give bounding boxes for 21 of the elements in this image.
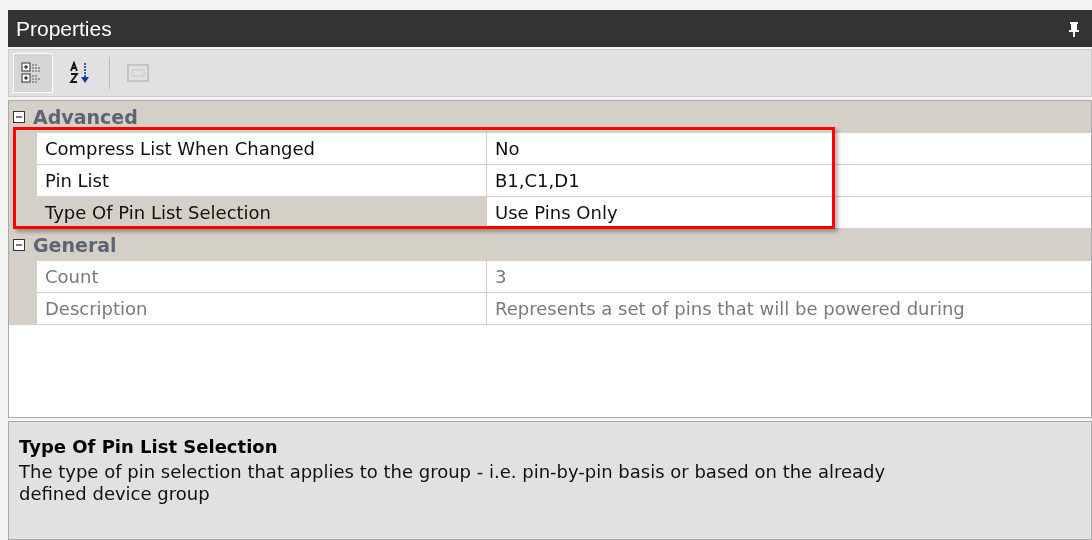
property-value[interactable]: Represents a set of pins that will be powered during (487, 293, 1091, 325)
categorized-button[interactable] (13, 53, 53, 93)
collapse-icon[interactable] (13, 239, 25, 251)
category-name: Advanced (33, 106, 138, 128)
property-value[interactable]: No (487, 133, 1091, 165)
property-name[interactable]: Pin List (37, 165, 487, 197)
category-row[interactable]: General (9, 229, 1091, 261)
description-title: Type Of Pin List Selection (19, 436, 279, 457)
property-value[interactable]: B1,C1,D1 (487, 165, 1091, 197)
property-pages-icon (126, 61, 150, 85)
property-name[interactable]: Compress List When Changed (37, 133, 487, 165)
description-text: The type of pin selection that applies to the group - i.e. pin-by-pin basis or based on the already defined device group (19, 461, 887, 505)
property-value[interactable]: 3 (487, 261, 1091, 293)
property-name[interactable]: Description (37, 293, 487, 325)
property-name[interactable]: Count (37, 261, 487, 293)
collapse-icon[interactable] (13, 111, 25, 123)
window-title: Properties (16, 16, 112, 41)
category-row[interactable]: Advanced (9, 101, 1091, 133)
property-value[interactable]: Use Pins Only (487, 197, 1091, 229)
pin-icon[interactable] (1068, 20, 1080, 37)
category-name: General (33, 234, 117, 256)
